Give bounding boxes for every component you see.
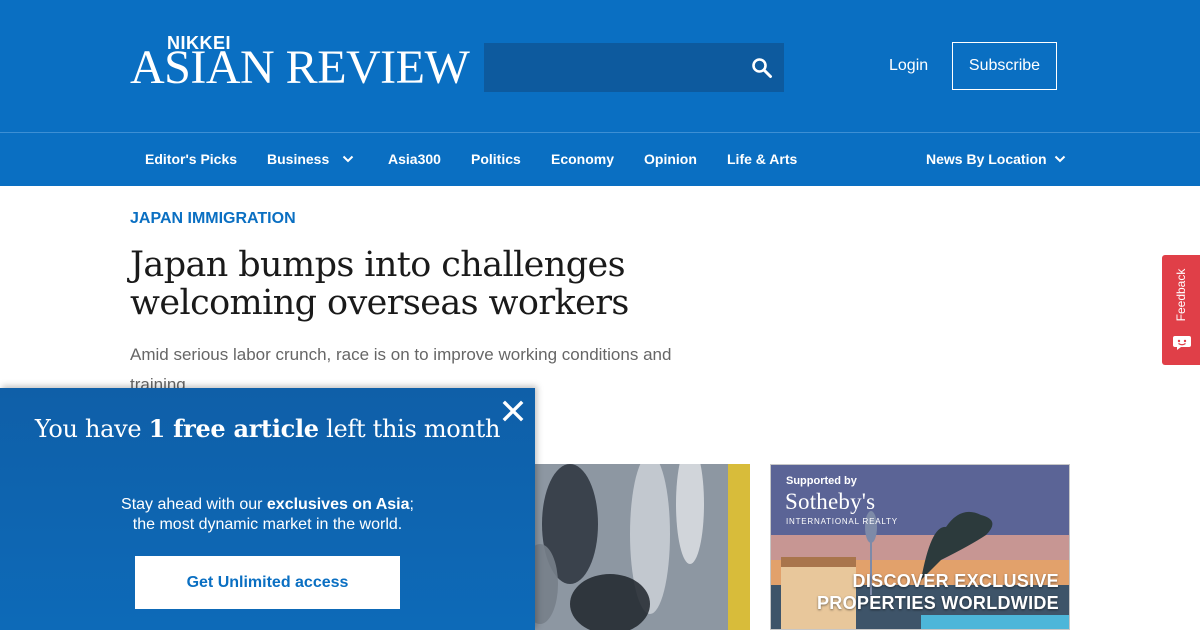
search-box[interactable] [484,43,784,92]
nav-item-editors-picks[interactable]: Editor's Picks [145,133,237,186]
ad-brand-subtitle: INTERNATIONAL REALTY [786,517,898,526]
nav-item-life-arts[interactable]: Life & Arts [727,133,797,186]
paywall-title-prefix: You have [34,415,149,443]
ad-headline-line2: PROPERTIES WORLDWIDE [816,593,1059,613]
paywall-body-line2: the most dynamic market in the world. [132,516,403,533]
nav-item-label: Business [267,151,330,167]
feedback-label: Feedback [1174,268,1188,322]
article-kicker[interactable]: JAPAN IMMIGRATION [130,210,296,228]
nav-item-label: News By Location [926,151,1047,167]
search-input[interactable] [484,43,734,92]
site-header: NIKKEI ASIAN REVIEW Login Subscribe [0,0,1200,132]
chevron-down-icon[interactable] [342,153,354,165]
nav-item-opinion[interactable]: Opinion [644,133,697,186]
chevron-down-icon[interactable] [1054,153,1066,165]
nav-item-politics[interactable]: Politics [471,133,521,186]
paywall-body-emphasis: exclusives on Asia [266,496,410,513]
advertisement-banner[interactable]: Supported by Sotheby's INTERNATIONAL REA… [770,464,1070,630]
get-unlimited-access-button[interactable]: Get Unlimited access [135,556,400,609]
nav-item-news-by-location[interactable]: News By Location [926,133,1047,186]
paywall-message: Stay ahead with our exclusives on Asia; … [0,495,535,535]
chat-bubble-icon [1173,336,1191,350]
logo-asian-review-text: ASIAN REVIEW [130,41,470,94]
article-headline: Japan bumps into challenges welcoming ov… [130,245,629,323]
ad-brand-name: Sotheby's [785,489,876,514]
subscribe-button[interactable]: Subscribe [952,42,1057,90]
feedback-tab[interactable]: Feedback [1162,255,1200,365]
search-icon[interactable] [750,56,774,80]
paywall-body-suffix: ; [409,496,414,513]
paywall-title-suffix: left this month [318,415,501,443]
paywall-title: You have 1 free article left this month [0,414,535,443]
nav-item-asia300[interactable]: Asia300 [388,133,441,186]
ad-supported-by: Supported by [786,475,857,487]
paywall-body-prefix: Stay ahead with our [121,496,267,513]
ad-headline-line1: DISCOVER EXCLUSIVE [852,571,1059,591]
paywall-title-count: 1 free article [148,414,319,443]
login-link[interactable]: Login [889,56,928,76]
main-nav: Editor's Picks Business Asia300 Politics… [0,132,1200,186]
nav-item-economy[interactable]: Economy [551,133,614,186]
site-logo[interactable]: NIKKEI ASIAN REVIEW [130,34,470,92]
paywall-overlay: You have 1 free article left this month … [0,388,535,630]
nav-item-business[interactable]: Business [267,133,329,186]
